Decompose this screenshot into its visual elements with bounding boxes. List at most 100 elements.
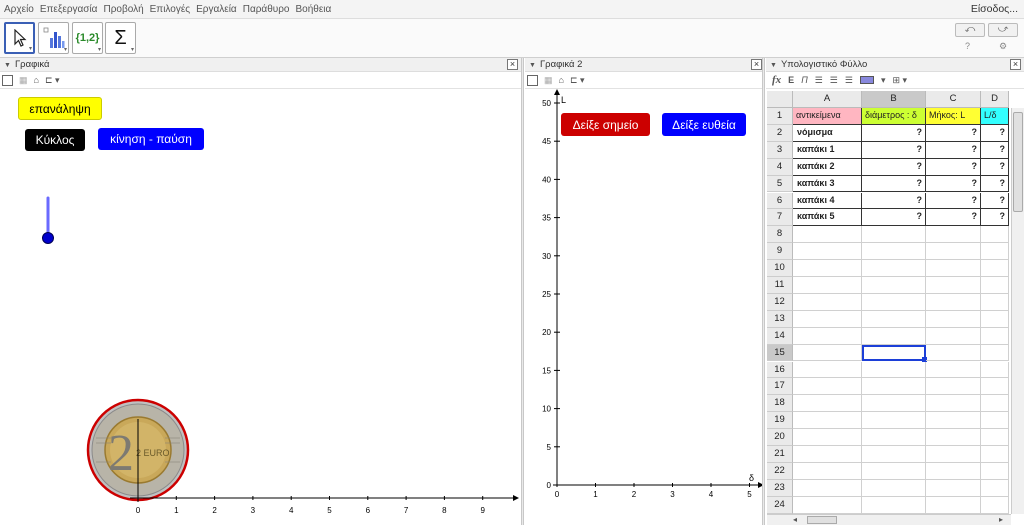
sheet-cell[interactable] <box>793 462 862 480</box>
sheet-cell[interactable]: ? <box>862 209 926 227</box>
sheet-cell[interactable] <box>981 260 1009 277</box>
settings-icon[interactable]: ⚙ <box>999 41 1007 52</box>
close-icon[interactable]: × <box>751 59 762 70</box>
sheet-cell[interactable] <box>862 378 926 396</box>
chart-tool-button[interactable]: ▾ <box>38 22 69 54</box>
sheet-cell[interactable] <box>793 361 862 379</box>
home-icon[interactable]: ⌂ <box>559 75 564 85</box>
row-header[interactable]: 8 <box>767 226 793 244</box>
sheet-cell[interactable] <box>862 243 926 261</box>
point-capture-icon[interactable]: ⊏ ▾ <box>570 75 585 86</box>
sheet-cell[interactable]: καπάκι 1 <box>793 141 862 159</box>
sheet-cell[interactable] <box>793 327 862 345</box>
sheet-cell[interactable] <box>981 293 1009 311</box>
sheet-cell[interactable] <box>926 429 981 446</box>
sheet-cell[interactable] <box>981 327 1009 345</box>
sheet-cell[interactable]: ? <box>862 175 926 193</box>
sheet-cell[interactable] <box>793 479 862 497</box>
sheet-cell[interactable] <box>981 496 1009 514</box>
sheet-cell[interactable] <box>926 260 981 277</box>
sheet-cell[interactable] <box>862 310 926 328</box>
grid-toggle-icon[interactable]: ▦ <box>19 75 28 86</box>
sheet-cell[interactable] <box>981 243 1009 261</box>
sheet-cell[interactable]: ? <box>926 141 981 159</box>
row-header[interactable]: 15 <box>767 344 793 362</box>
sign-in-link[interactable]: Είσοδος... <box>971 3 1018 15</box>
sheet-cell[interactable] <box>981 344 1009 362</box>
background-color-icon[interactable] <box>859 76 874 84</box>
column-header-c[interactable]: C <box>926 91 981 108</box>
row-header[interactable]: 11 <box>767 277 793 294</box>
sheet-cell[interactable]: Μήκος: L <box>926 108 981 125</box>
sheet-cell[interactable] <box>926 378 981 396</box>
sheet-cell[interactable] <box>862 226 926 244</box>
sheet-cell[interactable] <box>926 327 981 345</box>
sheet-cell[interactable] <box>793 310 862 328</box>
collapse-triangle-icon[interactable]: ▼ <box>770 62 777 69</box>
align-left-icon[interactable]: ☰ <box>815 75 823 86</box>
sheet-cell[interactable] <box>793 344 862 362</box>
sheet-cell[interactable]: ? <box>981 158 1009 176</box>
formula-icon[interactable]: fx <box>772 74 781 86</box>
menu-tools[interactable]: Εργαλεία <box>193 4 240 15</box>
vertical-scrollbar[interactable] <box>1011 108 1024 514</box>
sheet-cell[interactable]: ? <box>862 141 926 159</box>
list-tool-button[interactable]: {1,2} ▾ <box>72 22 103 54</box>
collapse-triangle-icon[interactable]: ▼ <box>4 62 11 69</box>
sheet-cell[interactable]: καπάκι 4 <box>793 192 862 210</box>
column-header-a[interactable]: A <box>793 91 862 108</box>
sheet-cell[interactable]: ? <box>981 175 1009 193</box>
border-icon[interactable]: ⊞ ▾ <box>892 75 907 86</box>
scroll-left-icon[interactable]: ◂ <box>793 515 797 524</box>
sheet-cell[interactable] <box>981 378 1009 396</box>
sheet-cell[interactable]: ? <box>981 124 1009 142</box>
dropdown-arrow-icon[interactable]: ▾ <box>881 75 886 86</box>
sheet-cell[interactable] <box>862 327 926 345</box>
sheet-cell[interactable] <box>793 260 862 277</box>
align-right-icon[interactable]: ☰ <box>845 75 853 86</box>
sheet-cell[interactable]: ? <box>926 124 981 142</box>
sheet-cell[interactable] <box>926 344 981 362</box>
sheet-cell[interactable] <box>793 378 862 396</box>
scrollbar-thumb[interactable] <box>1013 112 1023 212</box>
sheet-cell[interactable] <box>862 361 926 379</box>
sheet-cell[interactable]: καπάκι 3 <box>793 175 862 193</box>
sheet-cell[interactable]: ? <box>926 192 981 210</box>
menu-edit[interactable]: Επεξεργασία <box>37 4 101 15</box>
help-icon[interactable]: ? <box>965 41 970 51</box>
close-icon[interactable]: × <box>507 59 518 70</box>
row-header[interactable]: 1 <box>767 108 793 125</box>
sheet-cell[interactable] <box>862 277 926 294</box>
sheet-cell[interactable]: ? <box>926 175 981 193</box>
grid-toggle-icon[interactable]: ▦ <box>544 75 553 86</box>
sheet-cell[interactable] <box>981 462 1009 480</box>
sheet-cell[interactable]: ? <box>926 209 981 227</box>
sheet-cell[interactable]: ? <box>981 192 1009 210</box>
sheet-cell[interactable] <box>926 479 981 497</box>
axes-toggle-icon[interactable] <box>527 74 538 86</box>
undo-button[interactable]: ⤺ <box>955 23 985 37</box>
home-icon[interactable]: ⌂ <box>34 75 39 85</box>
scrollbar-thumb[interactable] <box>807 516 837 524</box>
column-header-b[interactable]: B <box>862 91 926 108</box>
sheet-cell[interactable] <box>926 310 981 328</box>
sheet-cell[interactable] <box>793 395 862 413</box>
sheet-cell[interactable] <box>926 412 981 430</box>
row-header[interactable]: 3 <box>767 141 793 159</box>
row-header[interactable]: 24 <box>767 496 793 514</box>
row-header[interactable]: 6 <box>767 192 793 210</box>
sheet-cell[interactable] <box>793 293 862 311</box>
sheet-cell[interactable]: ? <box>862 192 926 210</box>
menu-options[interactable]: Επιλογές <box>147 4 193 15</box>
row-header[interactable]: 21 <box>767 446 793 463</box>
sheet-cell[interactable] <box>793 446 862 463</box>
menu-window[interactable]: Παράθυρο <box>240 4 293 15</box>
row-header[interactable]: 7 <box>767 209 793 227</box>
sheet-cell[interactable] <box>981 412 1009 430</box>
row-header[interactable]: 5 <box>767 175 793 193</box>
sheet-cell[interactable] <box>926 395 981 413</box>
sheet-cell[interactable] <box>981 277 1009 294</box>
sheet-cell[interactable] <box>926 446 981 463</box>
sheet-cell[interactable] <box>926 462 981 480</box>
row-header[interactable]: 19 <box>767 412 793 430</box>
